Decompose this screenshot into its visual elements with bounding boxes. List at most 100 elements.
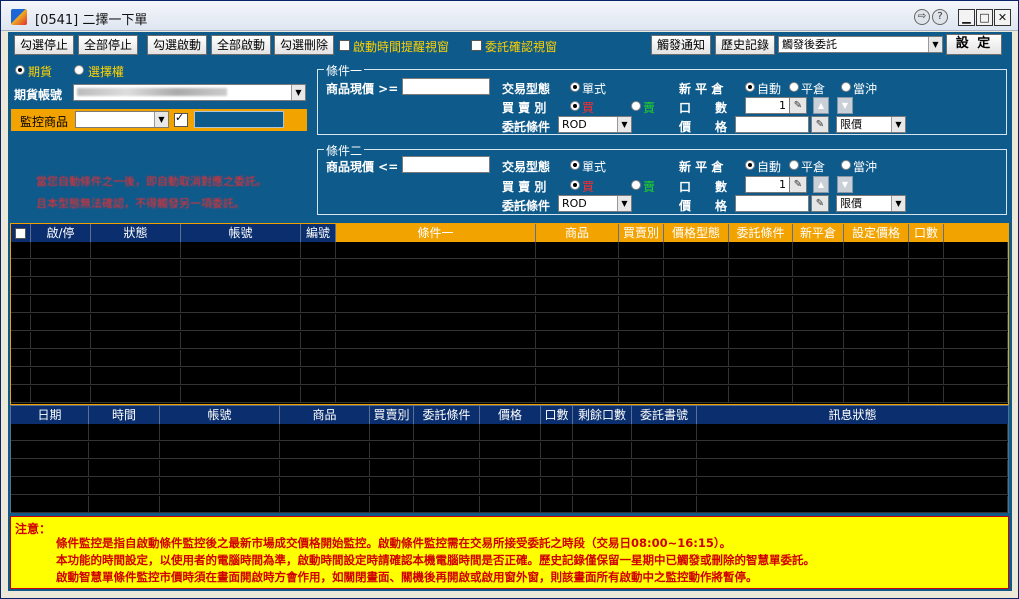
time-prompt-checkbox[interactable] (339, 40, 350, 51)
options-radio[interactable] (74, 65, 84, 75)
grid1-col[interactable]: 商品 (536, 224, 619, 242)
table-row[interactable] (11, 442, 1008, 459)
eraser-icon[interactable]: ✎ (789, 176, 807, 193)
nc-daytrade-radio[interactable] (841, 82, 851, 92)
monitor-checkbox[interactable] (174, 111, 188, 127)
nc-daytrade-radio[interactable] (841, 160, 851, 170)
table-row[interactable] (11, 242, 1008, 259)
price-input[interactable] (735, 195, 809, 212)
table-cell (944, 278, 1008, 295)
grid2-col[interactable]: 委託條件 (414, 406, 480, 424)
spin-down-icon[interactable]: ▼ (837, 97, 853, 114)
grid2-col[interactable]: 委託書號 (632, 406, 697, 424)
sell-radio[interactable] (631, 101, 641, 111)
table-row[interactable] (11, 314, 1008, 331)
order-cond-select[interactable]: ROD ▼ (558, 195, 632, 212)
eraser-icon[interactable]: ✎ (811, 195, 829, 212)
grid2-col[interactable]: 剩餘口數 (573, 406, 632, 424)
nc-close-radio[interactable] (789, 82, 799, 92)
table-row[interactable] (11, 260, 1008, 277)
minimize-button[interactable]: ▁ (958, 9, 975, 26)
nc-auto-radio[interactable] (745, 160, 755, 170)
table-cell (844, 242, 909, 259)
table-row[interactable] (11, 368, 1008, 385)
grid1-col-select[interactable] (11, 224, 31, 242)
table-cell (336, 332, 536, 349)
check-delete-button[interactable]: 勾選刪除 (274, 35, 334, 55)
history-button[interactable]: 歷史記錄 (715, 35, 775, 55)
price-lte-input[interactable] (402, 156, 490, 173)
monitor-product-field[interactable] (194, 111, 284, 128)
buy-radio[interactable] (570, 180, 580, 190)
grid1-col[interactable]: 委託條件 (729, 224, 793, 242)
grid1-col[interactable]: 帳號 (181, 224, 301, 242)
check-start-button[interactable]: 勾選啟動 (147, 35, 207, 55)
settings-button[interactable]: 設 定 (946, 34, 1002, 55)
table-cell (414, 496, 480, 513)
eraser-icon[interactable]: ✎ (789, 97, 807, 114)
spin-down-icon[interactable]: ▼ (837, 176, 853, 193)
spin-up-icon[interactable]: ▲ (813, 176, 829, 193)
trigger-notice-button[interactable]: 觸發通知 (651, 35, 711, 55)
spin-up-icon[interactable]: ▲ (813, 97, 829, 114)
nc-auto-radio[interactable] (745, 82, 755, 92)
monitor-product-select[interactable]: ▼ (75, 111, 169, 128)
qty-input[interactable]: 1 (745, 176, 790, 193)
select-all-checkbox[interactable] (15, 228, 26, 239)
grid2-col[interactable]: 買賣別 (370, 406, 414, 424)
table-row[interactable] (11, 478, 1008, 495)
grid1-col[interactable]: 口數 (909, 224, 944, 242)
grid2-col[interactable]: 價格 (480, 406, 541, 424)
order-confirm-checkbox[interactable] (471, 40, 482, 51)
grid1-col[interactable]: 設定價格 (844, 224, 909, 242)
nc-close-radio[interactable] (789, 160, 799, 170)
table-row[interactable] (11, 496, 1008, 513)
account-value-blurred (77, 88, 227, 96)
qty-input[interactable]: 1 (745, 97, 790, 114)
table-row[interactable] (11, 350, 1008, 367)
price-type-select[interactable]: 限價 ▼ (836, 195, 906, 212)
table-row[interactable] (11, 460, 1008, 477)
grid1-col[interactable]: 買賣別 (619, 224, 664, 242)
check-stop-button[interactable]: 勾選停止 (14, 35, 74, 55)
grid1-col[interactable]: 價格型態 (664, 224, 729, 242)
order-cond-select[interactable]: ROD ▼ (558, 116, 632, 133)
futures-radio[interactable] (15, 65, 25, 75)
price-gte-input[interactable] (402, 78, 490, 95)
grid2-col[interactable]: 日期 (11, 406, 89, 424)
grid2-col[interactable]: 訊息狀態 (697, 406, 1008, 424)
table-cell (944, 350, 1008, 367)
grid1-col[interactable]: 啟/停 (31, 224, 91, 242)
table-cell (181, 278, 301, 295)
sell-radio[interactable] (631, 180, 641, 190)
eraser-icon[interactable]: ✎ (811, 116, 829, 133)
grid2-col[interactable]: 帳號 (160, 406, 280, 424)
single-type-radio[interactable] (570, 82, 580, 92)
grid1-col[interactable]: 狀態 (91, 224, 181, 242)
table-row[interactable] (11, 278, 1008, 295)
table-row[interactable] (11, 424, 1008, 441)
stop-all-button[interactable]: 全部停止 (78, 35, 138, 55)
table-row[interactable] (11, 332, 1008, 349)
price-type-select[interactable]: 限價 ▼ (836, 116, 906, 133)
table-cell (573, 424, 632, 441)
price-input[interactable] (735, 116, 809, 133)
start-all-button[interactable]: 全部啟動 (211, 35, 271, 55)
grid1-col[interactable]: 條件一 (336, 224, 536, 242)
grid1-col[interactable]: 編號 (301, 224, 336, 242)
grid2-col[interactable]: 口數 (541, 406, 573, 424)
pin-icon[interactable]: ⇨ (914, 9, 930, 25)
grid2-col[interactable]: 時間 (89, 406, 160, 424)
close-button[interactable]: ✕ (994, 9, 1011, 26)
table-cell (301, 350, 336, 367)
account-select[interactable]: ▼ (73, 84, 306, 101)
help-icon[interactable]: ? (932, 9, 948, 25)
buy-radio[interactable] (570, 101, 580, 111)
grid1-col[interactable]: 新平倉 (793, 224, 844, 242)
single-type-radio[interactable] (570, 160, 580, 170)
after-trigger-select[interactable]: 觸發後委託 ▼ (778, 36, 943, 53)
table-row[interactable] (11, 386, 1008, 403)
maximize-button[interactable]: □ (976, 9, 993, 26)
table-row[interactable] (11, 296, 1008, 313)
grid2-col[interactable]: 商品 (280, 406, 370, 424)
